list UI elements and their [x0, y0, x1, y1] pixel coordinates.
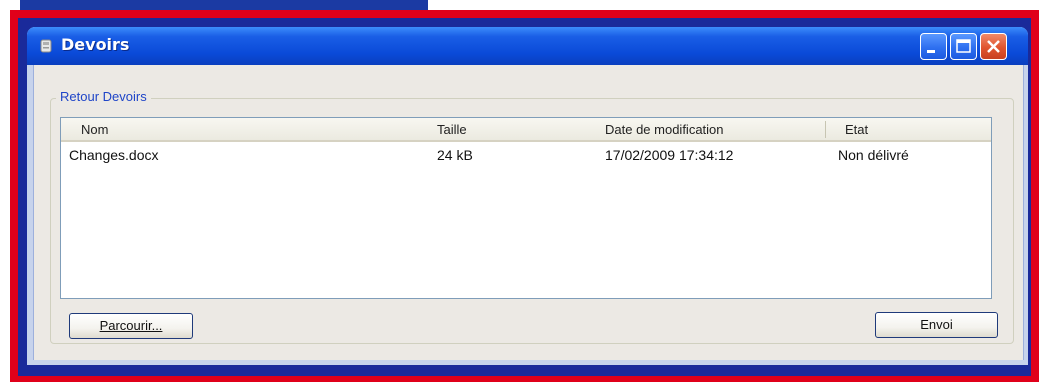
browse-button[interactable]: Parcourir... — [69, 313, 193, 339]
listview-header: Nom Taille Date de modification Etat — [61, 118, 991, 142]
send-button[interactable]: Envoi — [875, 312, 998, 338]
column-header-etat[interactable]: Etat — [845, 122, 868, 137]
files-listview[interactable]: Nom Taille Date de modification Etat Cha… — [60, 117, 992, 299]
title-bar[interactable]: Devoirs — [27, 27, 1028, 65]
cell-nom: Changes.docx — [69, 147, 159, 163]
devoirs-window: Devoirs Retour Devoirs Nom Taille Date d… — [27, 27, 1028, 365]
close-icon — [987, 40, 1000, 53]
groupbox-legend: Retour Devoirs — [56, 89, 151, 104]
cell-etat: Non délivré — [838, 147, 909, 163]
send-button-label: Envoi — [920, 317, 953, 332]
screenshot-canvas: Devoirs Retour Devoirs Nom Taille Date d… — [0, 0, 1039, 382]
browse-button-label: Parcourir... — [99, 318, 163, 333]
column-header-nom[interactable]: Nom — [81, 122, 108, 137]
window-title: Devoirs — [61, 35, 130, 54]
window-client-area: Retour Devoirs Nom Taille Date de modifi… — [33, 65, 1024, 360]
minimize-button[interactable] — [920, 33, 947, 60]
column-header-taille[interactable]: Taille — [437, 122, 467, 137]
close-button[interactable] — [980, 33, 1007, 60]
cell-taille: 24 kB — [437, 147, 473, 163]
app-icon[interactable] — [39, 39, 53, 53]
maximize-button[interactable] — [950, 33, 977, 60]
minimize-icon — [927, 50, 935, 53]
column-header-date[interactable]: Date de modification — [605, 122, 724, 137]
cell-date: 17/02/2009 17:34:12 — [605, 147, 734, 163]
maximize-icon — [956, 39, 971, 53]
column-separator[interactable] — [825, 121, 826, 138]
